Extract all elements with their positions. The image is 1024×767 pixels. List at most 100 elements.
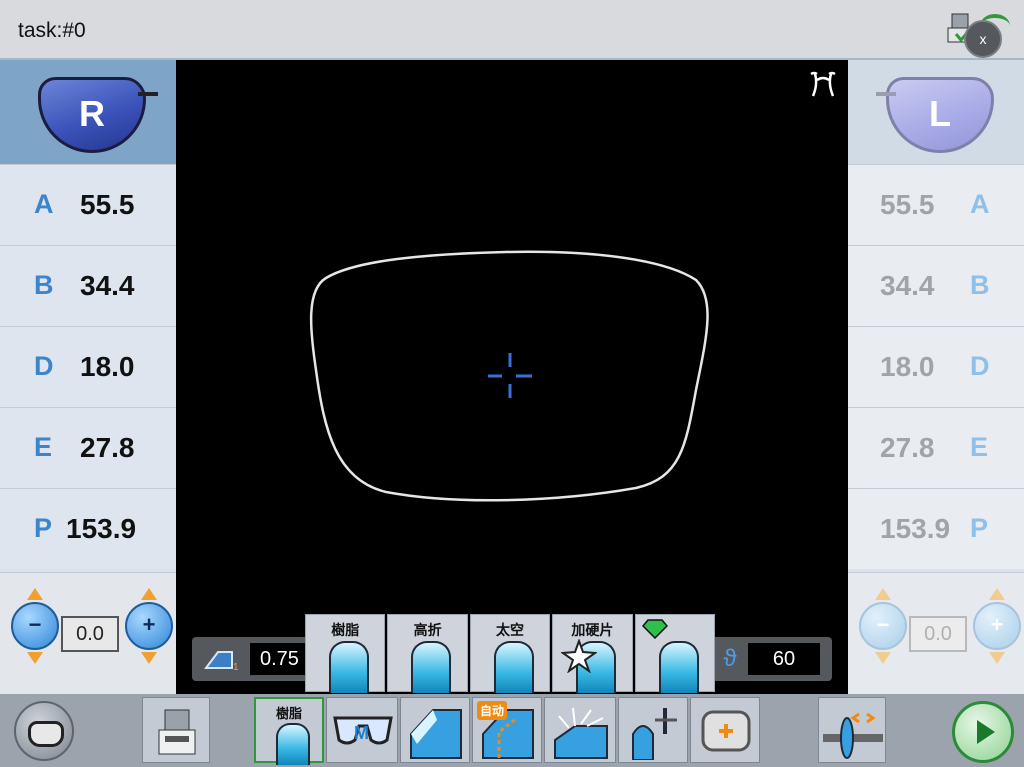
groove-button[interactable]: [618, 697, 688, 763]
title-bar: task:#0 x: [0, 0, 1024, 60]
left-row-b-value: 34.4: [880, 270, 935, 301]
frame-type-button[interactable]: M: [326, 697, 398, 763]
material-option-glass[interactable]: [634, 614, 716, 693]
sparkle-icon: [561, 639, 598, 673]
left-lens-temple: [876, 92, 896, 96]
left-row-e-value: 27.8: [880, 432, 935, 463]
right-row-b[interactable]: B 34.4: [0, 245, 176, 326]
left-row-d[interactable]: 18.0 D: [848, 326, 1024, 407]
auto-tag: 自动: [477, 701, 508, 720]
material-option-high-index[interactable]: 高折: [387, 614, 468, 693]
right-plus-button[interactable]: +: [125, 588, 173, 664]
right-plus-label: +: [142, 612, 156, 637]
right-adjust-panel: − 0.0 +: [0, 572, 176, 695]
right-lens-header[interactable]: R: [0, 60, 176, 164]
tracer-button[interactable]: [142, 697, 210, 763]
lens-edge-icon: [276, 723, 310, 765]
right-row-p-label: P: [34, 513, 53, 543]
material-selected-label: 樹脂: [275, 706, 302, 721]
groove-icon: [632, 708, 677, 760]
lens-shape-canvas[interactable]: [176, 60, 848, 694]
material-option-resin[interactable]: 樹脂: [305, 614, 386, 693]
left-row-d-label: D: [970, 351, 990, 381]
drill-button[interactable]: [690, 697, 760, 763]
diameter-icon: ϑ: [723, 645, 737, 672]
drill-icon: [701, 710, 751, 752]
material-popup: 樹脂 高折 太空 加硬片: [305, 614, 717, 693]
material-option-label: 高折: [413, 622, 442, 638]
bevel-position-field[interactable]: 1 0.75: [192, 637, 322, 681]
gem-icon: [641, 619, 668, 639]
left-row-b-label: B: [970, 270, 990, 300]
lens-outline: [309, 250, 709, 502]
left-plus-button[interactable]: +: [973, 588, 1021, 664]
material-option-polycarbonate[interactable]: 太空: [469, 614, 551, 693]
left-row-p-label: P: [970, 513, 989, 543]
glasses-icon: [28, 721, 64, 747]
material-option-label: 樹脂: [331, 622, 360, 638]
left-row-p[interactable]: 153.9 P: [848, 488, 1024, 569]
right-row-p-value: 153.9: [66, 513, 137, 544]
right-row-a[interactable]: A 55.5: [0, 164, 176, 245]
bevel-type-button[interactable]: [400, 697, 470, 763]
left-lens-panel: L 55.5 A 34.4 B 18.0 D 27.8 E 153.9 P − 0.0 +: [848, 60, 1024, 695]
material-option-label: 太空: [496, 622, 525, 638]
left-row-e-label: E: [970, 432, 989, 462]
right-row-d[interactable]: D 18.0: [0, 326, 176, 407]
lens-edge-icon: [411, 641, 452, 693]
lens-outline-drawing: [309, 250, 709, 502]
left-plus-label: +: [990, 612, 1004, 637]
bevel-type-icon: [410, 709, 462, 759]
material-button[interactable]: 樹脂: [254, 697, 324, 765]
auto-bevel-button[interactable]: 自动: [472, 697, 542, 763]
tracer-icon: [158, 709, 196, 755]
polish-icon: [554, 707, 608, 759]
material-option-hard-coated[interactable]: 加硬片: [552, 614, 633, 693]
start-button[interactable]: [952, 701, 1014, 763]
left-row-e[interactable]: 27.8 E: [848, 407, 1024, 488]
center-crosshair-icon: [488, 353, 532, 398]
right-row-e[interactable]: E 27.8: [0, 407, 176, 488]
diameter-value[interactable]: 60: [748, 643, 820, 675]
clamp-button[interactable]: [818, 697, 886, 763]
diameter-field[interactable]: ϑ 60: [710, 637, 832, 681]
lens-edge-icon: [658, 641, 699, 693]
left-row-p-value: 153.9: [880, 513, 951, 544]
left-lens-icon: L: [886, 77, 994, 153]
left-minus-button[interactable]: −: [859, 588, 907, 664]
left-row-a[interactable]: 55.5 A: [848, 164, 1024, 245]
right-row-b-value: 34.4: [80, 270, 135, 301]
left-adjust-value[interactable]: 0.0: [909, 616, 967, 652]
frame-type-icon: M: [333, 716, 393, 745]
left-row-d-value: 18.0: [880, 351, 935, 382]
scan-button[interactable]: x: [964, 20, 1002, 58]
lens-edge-icon: [329, 641, 369, 693]
right-row-e-label: E: [34, 432, 53, 462]
right-lens-temple: [138, 92, 158, 96]
play-icon: [977, 720, 995, 744]
right-minus-button[interactable]: −: [11, 588, 59, 664]
frame-button[interactable]: [14, 701, 74, 761]
left-row-b[interactable]: 34.4 B: [848, 245, 1024, 326]
bottom-toolbar: 樹脂 M 自动: [0, 694, 1024, 767]
right-row-p[interactable]: P 153.9: [0, 488, 176, 569]
task-label: task:#0: [18, 19, 86, 42]
bridge-icon[interactable]: [808, 70, 838, 98]
right-adjust-value[interactable]: 0.0: [61, 616, 119, 652]
right-lens-panel: R A 55.5 B 34.4 D 18.0 E 27.8 P 153.9 − 0.0 +: [0, 60, 176, 695]
svg-text:1: 1: [233, 662, 239, 673]
right-row-a-label: A: [34, 189, 54, 219]
left-row-a-label: A: [970, 189, 990, 219]
left-lens-header[interactable]: L: [848, 60, 1024, 164]
right-row-e-value: 27.8: [80, 432, 135, 463]
left-adjust-panel: − 0.0 +: [848, 572, 1024, 695]
material-option-label: 加硬片: [571, 622, 614, 638]
lens-edge-icon: [493, 641, 534, 693]
bevel-position-icon: 1: [204, 651, 239, 673]
m-label: M: [354, 723, 369, 743]
polish-button[interactable]: [544, 697, 616, 763]
left-minus-label: −: [876, 612, 890, 637]
right-row-d-label: D: [34, 351, 54, 381]
scan-button-label: x: [979, 31, 987, 47]
clamp-icon: [823, 712, 883, 759]
